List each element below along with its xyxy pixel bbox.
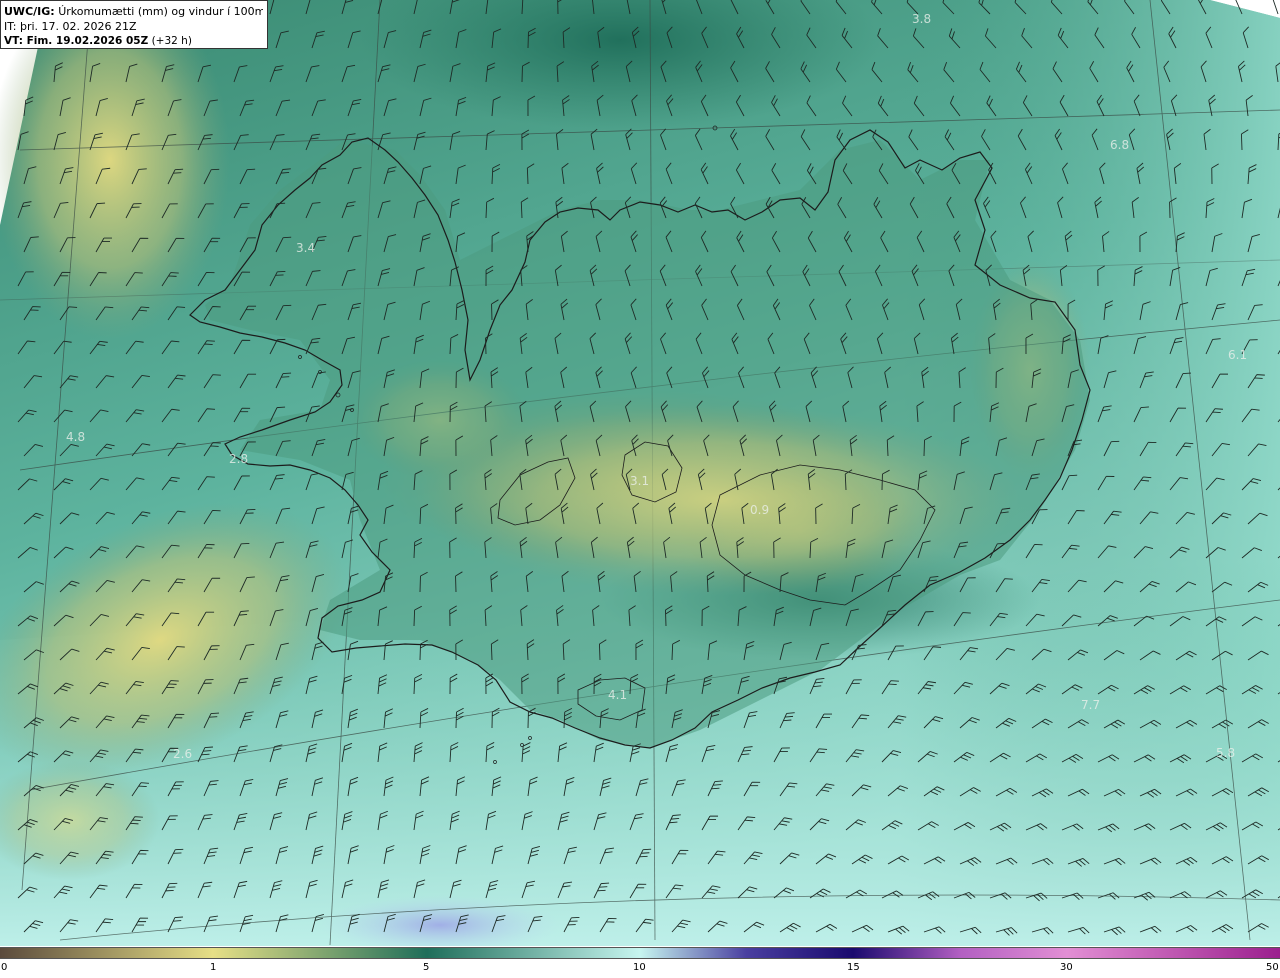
info-line-valid-time: VT: Fim. 19.02.2026 05Z (+32 h) <box>4 34 263 49</box>
model-name: UWC/IG: <box>4 5 55 18</box>
precipitation-colorbar <box>0 947 1280 959</box>
colorbar-segment-10-15 <box>640 948 853 958</box>
wind-barb <box>1272 0 1279 15</box>
colorbar-tick-label: 1 <box>210 962 217 973</box>
precip-value-label: 3.8 <box>912 12 932 26</box>
colorbar-segment-5-10 <box>427 948 640 958</box>
precip-value-label: 5.8 <box>1216 746 1236 760</box>
colorbar-tick-label: 0 <box>1 962 8 973</box>
colorbar-tick-labels: 0 1 5 10 15 30 50 <box>0 962 1280 978</box>
colorbar-tick-label: 5 <box>423 962 430 973</box>
colorbar-tick-label: 10 <box>633 962 646 973</box>
product-description: Úrkomumætti (mm) og vindur í 100m hæð <box>58 5 263 18</box>
info-line-product: UWC/IG: Úrkomumætti (mm) og vindur í 100… <box>4 4 263 19</box>
colorbar-tick-label: 30 <box>1060 962 1073 973</box>
valid-time: VT: Fim. 19.02.2026 05Z <box>4 35 149 47</box>
precip-value-label: 0.9 <box>750 503 770 517</box>
colorbar-segment-30-50 <box>1067 948 1280 958</box>
precip-value-label: 2.8 <box>229 452 249 466</box>
precip-value-label: 4.8 <box>66 430 86 444</box>
info-line-init-time: IT: þri. 17. 02. 2026 21Z <box>4 20 137 33</box>
lead-time: (+32 h) <box>151 35 192 47</box>
precip-value-label: 6.8 <box>1110 138 1130 152</box>
precip-value-label: 7.7 <box>1081 698 1101 712</box>
precipitation-map <box>0 0 1280 946</box>
precip-value-label: 3.1 <box>630 474 650 488</box>
colorbar-tick-label: 15 <box>847 962 860 973</box>
colorbar-segment-0-1 <box>0 948 213 958</box>
precip-value-label: 2.6 <box>173 747 193 761</box>
colorbar-segment-15-30 <box>853 948 1067 958</box>
precip-value-label: 6.1 <box>1228 348 1248 362</box>
precip-value-label: 3.4 <box>296 241 316 255</box>
colorbar-segment-1-5 <box>213 948 427 958</box>
precip-value-label: 4.1 <box>608 688 628 702</box>
colorbar-tick-label: 50 <box>1266 962 1279 973</box>
map-info-box: UWC/IG: Úrkomumætti (mm) og vindur í 100… <box>0 0 268 49</box>
